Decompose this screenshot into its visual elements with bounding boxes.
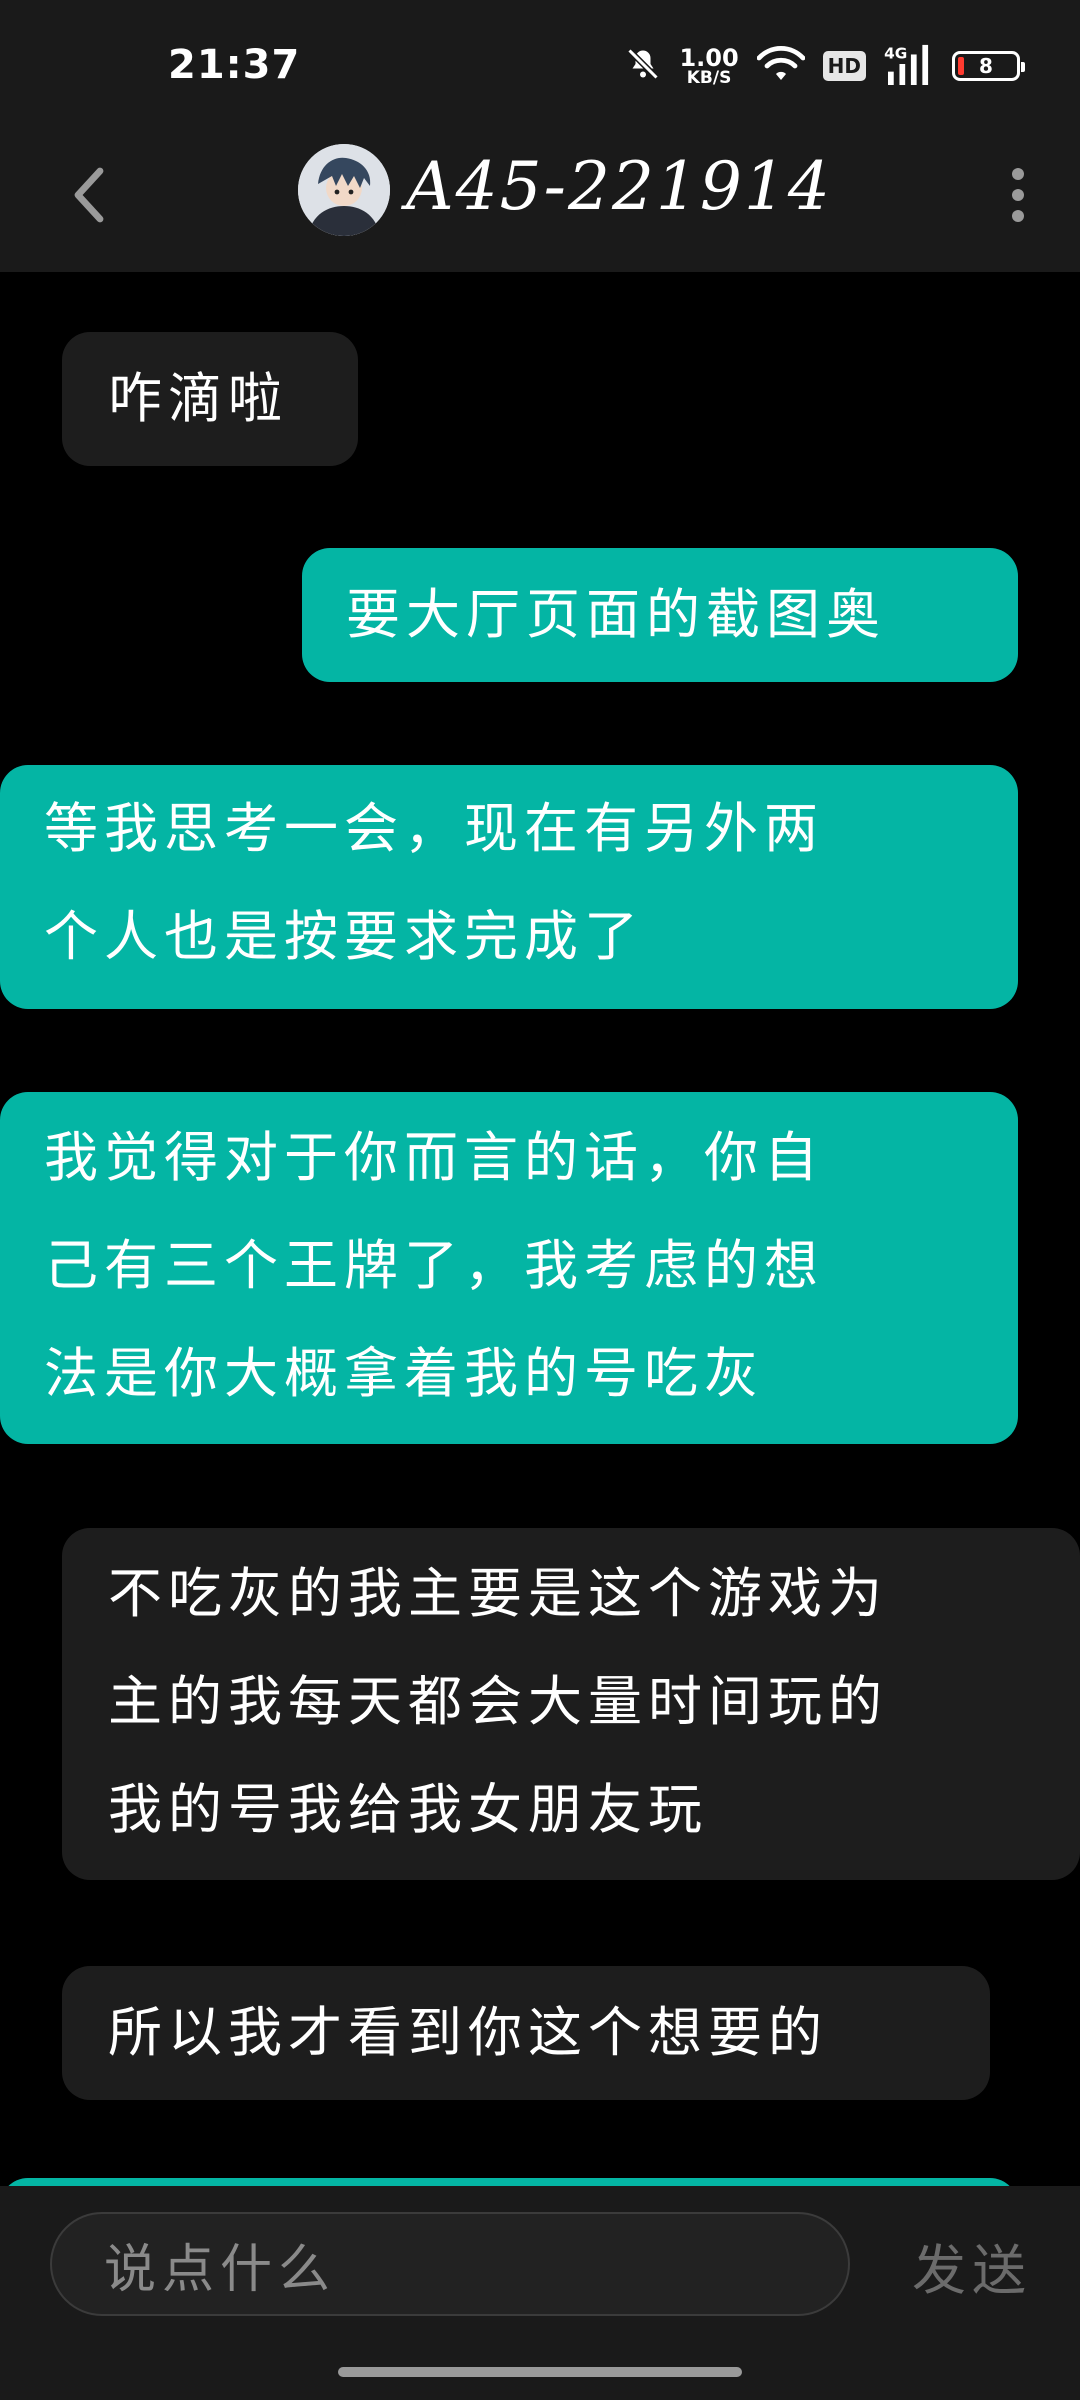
back-button[interactable] <box>60 155 120 235</box>
contact-avatar[interactable] <box>298 144 390 236</box>
send-button[interactable]: 发送 <box>912 2226 1032 2306</box>
battery-level: 8 <box>979 54 993 78</box>
message-line: 个人也是按要求完成了 <box>44 905 644 968</box>
more-dot <box>1012 210 1024 222</box>
message-received[interactable]: 所以我才看到你这个想要的 <box>62 1966 990 2100</box>
chevron-left-icon <box>74 167 104 223</box>
message-line: 己有三个王牌了，我考虑的想 <box>44 1234 824 1297</box>
message-line: 不吃灰的我主要是这个游戏为 <box>108 1562 888 1625</box>
message-received[interactable]: 不吃灰的我主要是这个游戏为 主的我每天都会大量时间玩的 我的号我给我女朋友玩 <box>62 1528 1080 1880</box>
avatar-illustration <box>298 144 390 236</box>
message-line: 我觉得对于你而言的话，你自 <box>44 1126 824 1189</box>
message-sent[interactable]: 等我思考一会，现在有另外两 个人也是按要求完成了 <box>0 765 1018 1009</box>
signal-icon: 4G <box>884 43 934 89</box>
network-speed-value: 1.00 <box>679 43 739 72</box>
status-icons: 1.00 KB/S HD 4G 8 <box>625 43 1025 89</box>
message-text: 要大厅页面的截图奥 <box>346 583 886 646</box>
message-line: 等我思考一会，现在有另外两 <box>44 797 824 860</box>
message-text: 咋滴啦 <box>108 367 288 430</box>
message-sent[interactable]: 要大厅页面的截图奥 <box>302 548 1018 682</box>
message-received[interactable]: 咋滴啦 <box>62 332 358 466</box>
message-line: 我的号我给我女朋友玩 <box>108 1778 708 1841</box>
chat-header: A45-221914 <box>0 130 1080 272</box>
battery-icon: 8 <box>952 51 1025 81</box>
status-bar: 21:37 1.00 KB/S HD 4G 8 <box>0 0 1080 130</box>
hd-badge: HD <box>822 51 866 81</box>
more-dot <box>1012 189 1024 201</box>
message-input[interactable]: 说点什么 <box>50 2212 850 2316</box>
svg-text:4G: 4G <box>884 44 907 62</box>
more-dot <box>1012 168 1024 180</box>
battery-level-fill <box>958 57 964 75</box>
more-button[interactable] <box>998 160 1038 230</box>
message-sent[interactable]: 我觉得对于你而言的话，你自 己有三个王牌了，我考虑的想 法是你大概拿着我的号吃灰 <box>0 1092 1018 1444</box>
message-line: 主的我每天都会大量时间玩的 <box>108 1670 888 1733</box>
network-speed: 1.00 KB/S <box>679 46 738 87</box>
message-line: 法是你大概拿着我的号吃灰 <box>44 1342 764 1405</box>
mute-bell-icon <box>625 46 661 86</box>
message-text: 所以我才看到你这个想要的 <box>108 2001 828 2064</box>
wifi-icon <box>756 44 806 88</box>
network-speed-unit: KB/S <box>686 67 732 88</box>
status-time: 21:37 <box>168 42 301 88</box>
home-indicator[interactable] <box>338 2367 742 2377</box>
chat-title: A45-221914 <box>406 148 832 225</box>
